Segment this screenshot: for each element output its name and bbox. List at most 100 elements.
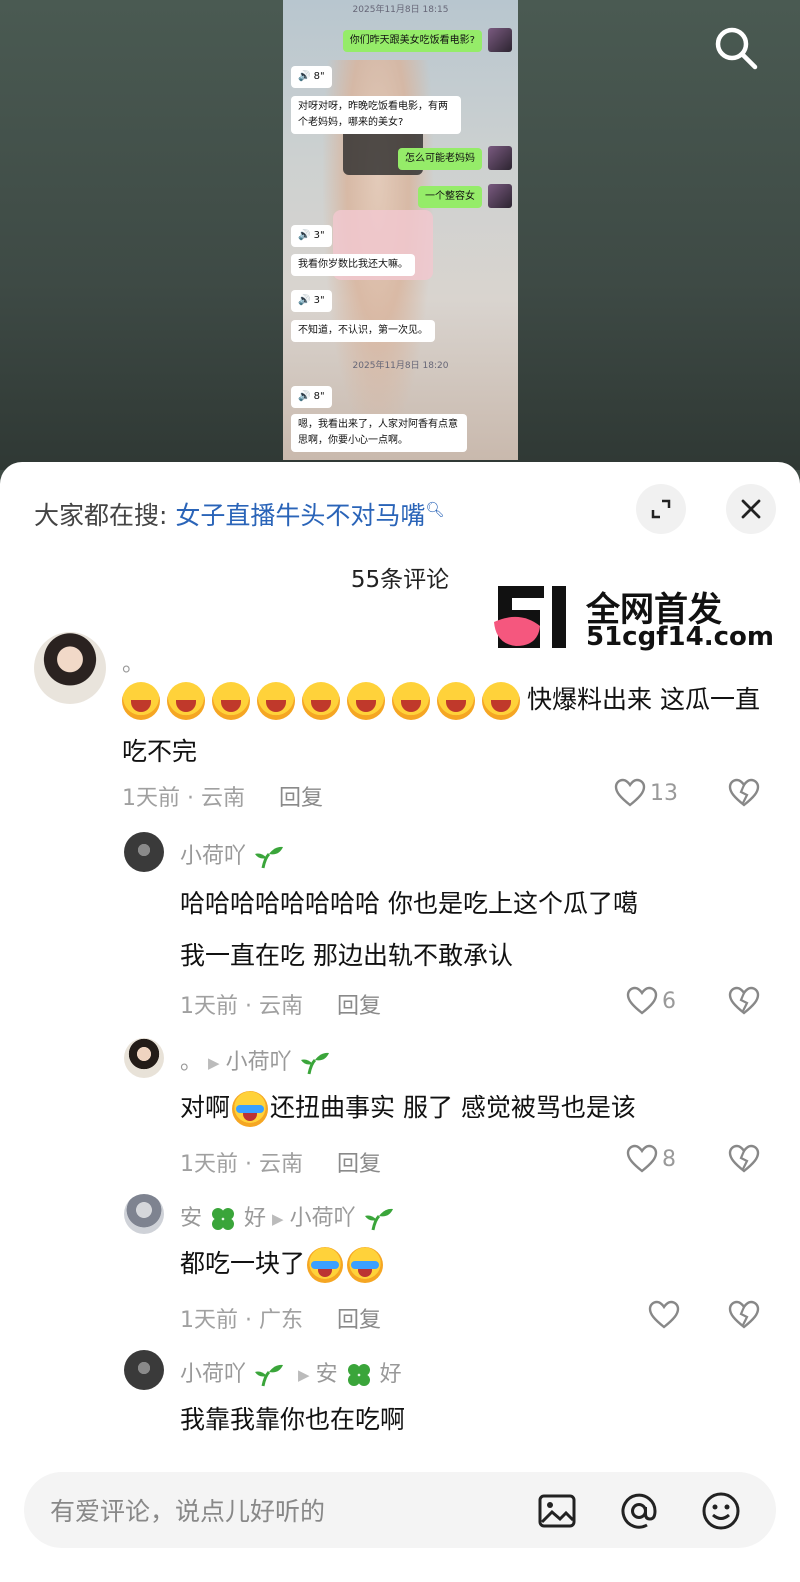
comment-time-location: 1天前 · 云南	[180, 994, 303, 1019]
broken-heart-icon	[728, 778, 760, 807]
reply-button[interactable]: 回复	[337, 994, 381, 1019]
like-button[interactable]: 6	[626, 986, 676, 1016]
like-button[interactable]	[648, 1300, 684, 1330]
search-suggestion-link[interactable]: 女子直播牛头不对马嘴	[175, 501, 425, 530]
comment-time-location: 1天前 · 云南	[180, 1152, 303, 1177]
reply-arrow-icon: ▶	[208, 1054, 220, 1072]
comment-username[interactable]: 。 ▶ 小荷吖	[180, 1044, 331, 1076]
crying-laughing-emoji	[347, 1247, 384, 1283]
chat-bubble: 一个整容女	[418, 186, 482, 208]
broken-heart-icon	[728, 1144, 760, 1173]
chat-avatar	[488, 146, 512, 170]
comment-text: 都吃一块了	[180, 1238, 770, 1290]
comment-text-part: 都吃一块了	[180, 1249, 306, 1278]
chat-timestamp: 2025年11月8日 18:20	[352, 361, 449, 371]
username-text: 。	[180, 1050, 203, 1075]
chat-avatar	[488, 184, 512, 208]
chat-avatar	[488, 28, 512, 52]
comment-meta: 1天前 · 云南 回复	[180, 1146, 381, 1178]
reply-to-username: 小荷吖	[225, 1050, 292, 1075]
crying-laughing-emoji	[307, 1247, 344, 1283]
heart-icon	[648, 1300, 680, 1329]
comment-sheet: 大家都在搜: 女子直播牛头不对马嘴🔍︎ 55条评论 全网首发 51cgf14.c…	[0, 462, 800, 1582]
dislike-button[interactable]	[728, 778, 760, 812]
chat-bubble: 我看你岁数比我还大嘛。	[291, 254, 415, 276]
video-area[interactable]: 2025年11月8日 18:15 你们昨天跟美女吃饭看电影? 🔊 8" 对呀对呀…	[0, 0, 800, 470]
chat-voice-bubble: 🔊 3"	[291, 290, 332, 312]
chat-bubble: 不知道，不认识，第一次见。	[291, 320, 435, 342]
heart-icon	[614, 778, 646, 807]
avatar[interactable]	[34, 632, 106, 704]
watermark-logo	[494, 586, 566, 648]
search-suggestion-prefix: 大家都在搜:	[34, 501, 168, 530]
chat-timestamp: 2025年11月8日 18:15	[352, 5, 449, 15]
crying-laughing-emoji	[232, 1091, 269, 1127]
like-count: 8	[662, 1146, 676, 1172]
mention-icon[interactable]	[618, 1490, 660, 1532]
laughing-emoji-row	[122, 682, 527, 720]
emoji-icon[interactable]	[700, 1490, 742, 1532]
avatar[interactable]	[124, 1038, 164, 1078]
search-suggestion[interactable]: 大家都在搜: 女子直播牛头不对马嘴🔍︎	[34, 496, 444, 532]
reply-to-username: 好	[379, 1362, 402, 1387]
watermark-url: 51cgf14.com	[586, 622, 774, 652]
comment-text: 快爆料出来 这瓜一直吃不完	[122, 674, 762, 778]
image-icon[interactable]	[536, 1490, 578, 1532]
comment-meta: 1天前 · 云南 回复	[122, 780, 323, 812]
expand-button[interactable]	[636, 484, 686, 534]
broken-heart-icon	[728, 1300, 760, 1329]
close-button[interactable]	[726, 484, 776, 534]
like-button[interactable]: 8	[626, 1144, 676, 1174]
comment-input-bar[interactable]: 有爱评论，说点儿好听的	[24, 1472, 776, 1548]
reply-button[interactable]: 回复	[279, 786, 323, 811]
chat-bubble: 对呀对呀，昨晚吃饭看电影，有两个老妈妈，哪来的美女?	[291, 96, 461, 134]
comment-username[interactable]: 小荷吖	[180, 838, 285, 870]
chat-voice-bubble: 🔊 8"	[291, 66, 332, 88]
comment-text: 哈哈哈哈哈哈哈哈 你也是吃上这个瓜了噶 我一直在吃 那边出轨不敢承认	[180, 878, 770, 982]
comment-username[interactable]: 小荷吖 ▶ 安 好	[180, 1356, 402, 1389]
chat-screenshot: 2025年11月8日 18:15 你们昨天跟美女吃饭看电影? 🔊 8" 对呀对呀…	[283, 0, 518, 460]
sprout-icon	[255, 1364, 284, 1387]
reply-arrow-icon: ▶	[272, 1210, 284, 1228]
heart-icon	[626, 986, 658, 1015]
comment-input[interactable]: 有爱评论，说点儿好听的	[50, 1492, 325, 1528]
username-text: 好	[244, 1206, 267, 1231]
heart-icon	[626, 1144, 658, 1173]
username-text: 小荷吖	[180, 844, 247, 869]
reply-button[interactable]: 回复	[337, 1152, 381, 1177]
dislike-button[interactable]	[728, 1300, 760, 1334]
comment-text-line: 我一直在吃 那边出轨不敢承认	[180, 941, 513, 970]
sprout-icon	[300, 1052, 329, 1075]
avatar[interactable]	[124, 1350, 164, 1390]
avatar[interactable]	[124, 1194, 164, 1234]
like-button[interactable]: 13	[614, 778, 678, 808]
like-count: 13	[650, 780, 678, 806]
comment-text-part: 还扭曲事实 服了 感觉被骂也是该	[270, 1093, 636, 1122]
comment-text: 我靠我靠你也在吃啊	[180, 1405, 406, 1434]
comment-time-location: 1天前 · 广东	[180, 1308, 303, 1333]
reply-arrow-icon: ▶	[298, 1366, 310, 1384]
username-text: 安	[180, 1206, 203, 1231]
close-icon	[741, 499, 761, 519]
chat-bubble: 你们昨天跟美女吃饭看电影?	[342, 30, 482, 52]
dislike-button[interactable]	[728, 986, 760, 1020]
reply-to-username: 安	[315, 1362, 338, 1387]
comment-meta: 1天前 · 云南 回复	[180, 988, 381, 1020]
comment-text: 对啊 还扭曲事实 服了 感觉被骂也是该	[180, 1082, 770, 1134]
comment-text-part: 对啊	[180, 1093, 231, 1122]
chat-bubble: 嗯，我看出来了，人家对阿香有点意思啊，你要小心一点啊。	[291, 414, 467, 452]
chat-voice-bubble: 🔊 8"	[291, 386, 332, 408]
search-icon[interactable]	[712, 24, 760, 72]
avatar[interactable]	[124, 832, 164, 872]
chat-voice-bubble: 🔊 3"	[291, 225, 332, 247]
reply-button[interactable]: 回复	[337, 1308, 381, 1333]
broken-heart-icon	[728, 986, 760, 1015]
username-text: 小荷吖	[180, 1362, 247, 1387]
comment-username[interactable]: 安 好 ▶ 小荷吖	[180, 1200, 395, 1233]
clover-icon	[347, 1364, 370, 1386]
sprout-icon	[255, 846, 284, 869]
dislike-button[interactable]	[728, 1144, 760, 1178]
comment-text-line: 哈哈哈哈哈哈哈哈 你也是吃上这个瓜了噶	[180, 889, 638, 918]
chat-bubble: 怎么可能老妈妈	[398, 148, 482, 170]
watermark: 全网首发 51cgf14.com	[490, 582, 774, 652]
